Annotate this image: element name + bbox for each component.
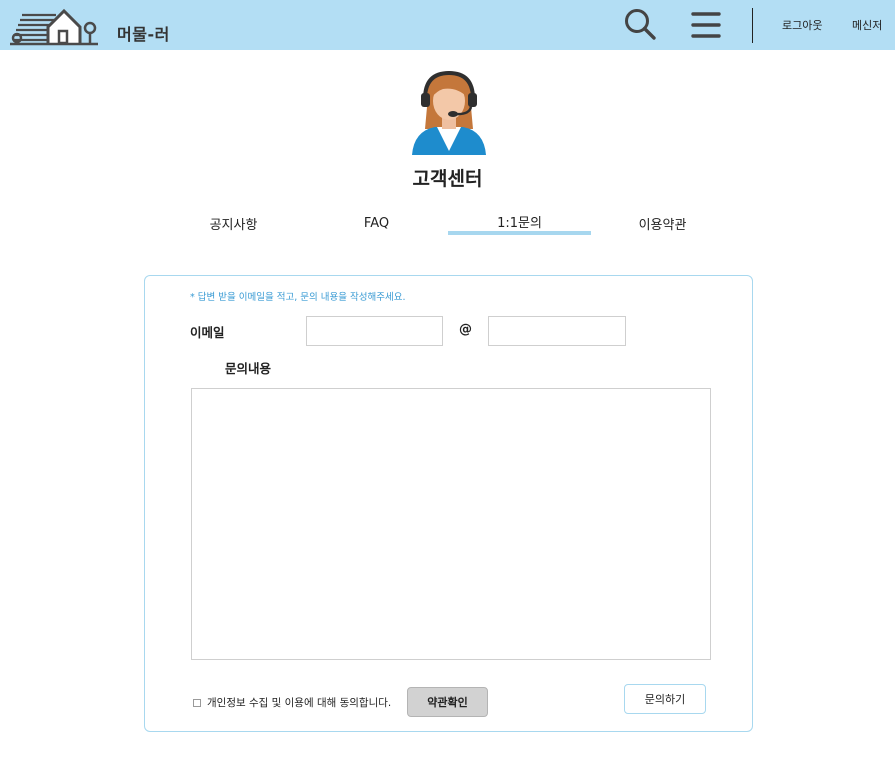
top-header: 머물-러 로그아웃 메신저: [0, 0, 895, 50]
messenger-link[interactable]: 메신저: [852, 17, 882, 33]
tab-faq[interactable]: FAQ: [305, 216, 448, 231]
view-terms-button[interactable]: 약관확인: [407, 687, 488, 717]
tab-terms[interactable]: 이용약관: [591, 214, 734, 233]
active-tab-indicator: [448, 231, 591, 235]
email-label: 이메일: [190, 325, 225, 340]
email-id-input[interactable]: [306, 316, 443, 346]
tab-notice[interactable]: 공지사항: [162, 214, 305, 233]
email-domain-input[interactable]: [488, 316, 626, 346]
page-title: 고객센터: [412, 168, 483, 190]
submit-inquiry-button[interactable]: 문의하기: [624, 684, 706, 714]
inquiry-content-textarea[interactable]: [191, 388, 711, 660]
hamburger-menu-icon[interactable]: [690, 10, 722, 40]
tab-inquiry[interactable]: 1:1문의: [448, 212, 591, 231]
search-icon[interactable]: [622, 7, 658, 43]
content-label: 문의내용: [225, 361, 272, 376]
header-divider: [752, 8, 753, 43]
house-logo-icon[interactable]: [8, 5, 100, 47]
logout-link[interactable]: 로그아웃: [782, 17, 822, 33]
brand-name[interactable]: 머물-러: [117, 21, 170, 45]
privacy-agree-label: 개인정보 수집 및 이용에 대해 동의합니다.: [207, 697, 392, 709]
privacy-agree-checkbox[interactable]: [193, 699, 201, 707]
at-sign: @: [459, 322, 472, 337]
form-notice: * 답변 받을 이메일을 적고, 문의 내용을 작성해주세요.: [190, 292, 406, 303]
customer-service-agent-icon: [412, 70, 486, 155]
